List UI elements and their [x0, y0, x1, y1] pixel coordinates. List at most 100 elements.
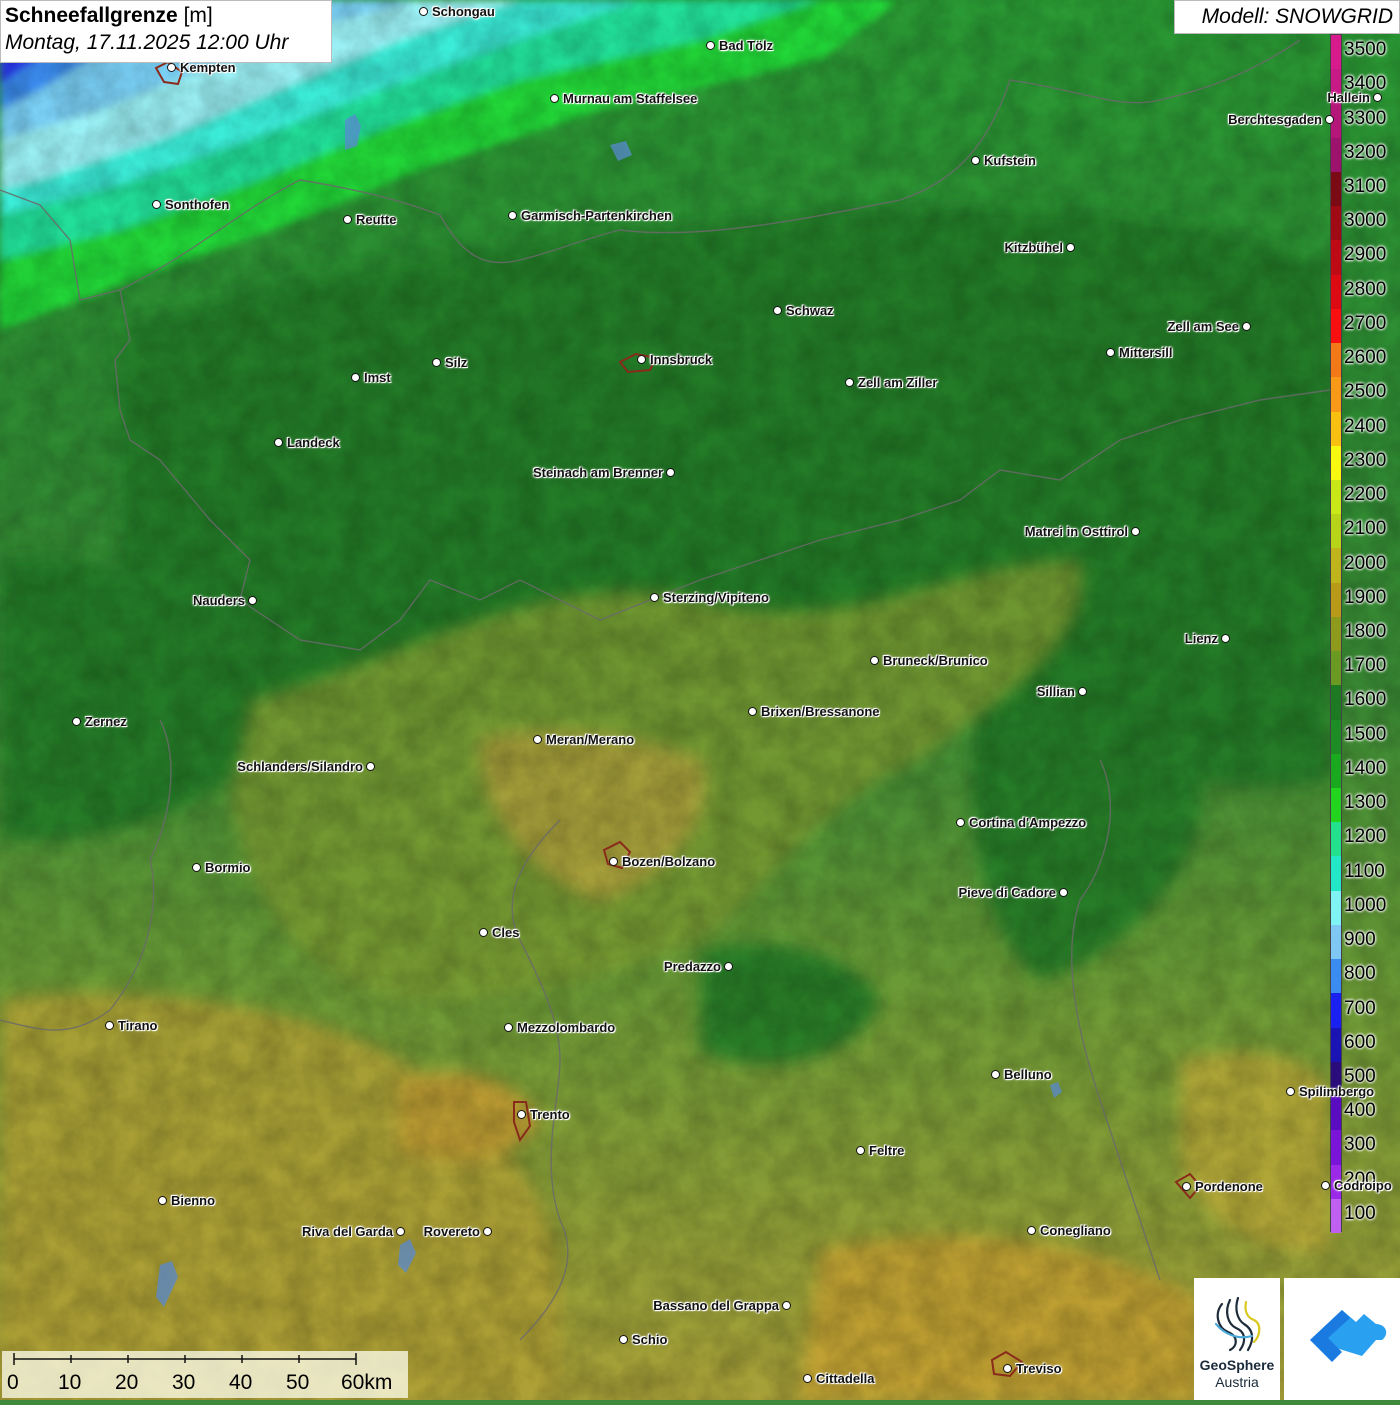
city-label: Sillian	[1036, 684, 1075, 699]
legend-swatch	[1331, 890, 1341, 926]
city-label: Matrei in Osttirol	[1024, 524, 1128, 539]
legend-label: 3100	[1344, 176, 1387, 198]
city-label: Murnau am Staffelsee	[563, 91, 698, 106]
legend-swatch	[1331, 240, 1341, 276]
legend-swatch	[1331, 308, 1341, 344]
city-marker	[666, 468, 675, 477]
legend-label: 3200	[1344, 141, 1387, 163]
legend-swatch	[1331, 924, 1341, 960]
city-marker	[845, 378, 854, 387]
scale-label-20: 20	[115, 1371, 139, 1394]
legend-label: 700	[1344, 997, 1376, 1019]
map-title: Schneefallgrenze	[5, 4, 178, 27]
city-marker	[504, 1023, 513, 1032]
city-marker	[1003, 1364, 1012, 1373]
scale-label-30: 30	[172, 1371, 196, 1394]
city-marker	[1066, 243, 1075, 252]
city-label: Landeck	[287, 435, 340, 450]
partner-logo	[1284, 1278, 1400, 1400]
city-label: Bozen/Bolzano	[622, 854, 716, 869]
legend-swatch	[1331, 685, 1341, 721]
city-marker	[1182, 1182, 1191, 1191]
legend-label: 2200	[1344, 484, 1387, 506]
scale-ruler	[13, 1353, 357, 1365]
city-label: Silz	[445, 355, 468, 370]
legend-label: 1600	[1344, 689, 1387, 711]
city-label: Hallein	[1327, 90, 1370, 105]
city-label: Pieve di Cadore	[958, 885, 1056, 900]
city-marker	[856, 1146, 865, 1155]
city-label: Zell am See	[1167, 319, 1239, 334]
legend-swatch	[1331, 411, 1341, 447]
city-label: Schio	[632, 1332, 668, 1347]
city-label: Berchtesgaden	[1228, 112, 1322, 127]
legend-swatch	[1331, 548, 1341, 584]
city-marker	[508, 211, 517, 220]
legend-swatch	[1331, 1027, 1341, 1063]
legend-swatch	[1331, 1198, 1341, 1234]
city-marker	[192, 863, 201, 872]
legend-label: 2800	[1344, 278, 1387, 300]
city-marker	[1286, 1087, 1295, 1096]
city-marker	[396, 1227, 405, 1236]
city-label: Kempten	[180, 60, 236, 75]
legend-label: 1000	[1344, 894, 1387, 916]
city-marker	[637, 355, 646, 364]
legend-color-bar	[1330, 34, 1342, 1234]
legend-label: 3000	[1344, 210, 1387, 232]
city-label: Trento	[530, 1107, 570, 1122]
city-marker	[706, 41, 715, 50]
legend-label: 3300	[1344, 107, 1387, 129]
model-label: Modell: SNOWGRID	[1174, 0, 1400, 34]
geosphere-logo: GeoSphere Austria	[1194, 1278, 1280, 1400]
scale-label-10: 10	[58, 1371, 82, 1394]
city-label: Reutte	[356, 212, 397, 227]
city-label: Bormio	[205, 860, 251, 875]
city-label: Conegliano	[1040, 1223, 1111, 1238]
city-marker	[1321, 1181, 1330, 1190]
city-marker	[343, 215, 352, 224]
legend-label: 1300	[1344, 792, 1387, 814]
legend-label: 1700	[1344, 655, 1387, 677]
geosphere-swirl-icon	[1214, 1296, 1261, 1352]
city-marker	[158, 1196, 167, 1205]
city-marker	[1325, 115, 1334, 124]
city-label: Mezzolombardo	[517, 1020, 616, 1035]
legend-label: 3500	[1344, 39, 1387, 61]
city-label: Imst	[364, 370, 391, 385]
legend-label: 2900	[1344, 244, 1387, 266]
legend-swatch	[1331, 582, 1341, 618]
city-label: Lienz	[1184, 631, 1218, 646]
city-label: Schwaz	[786, 303, 834, 318]
legend-swatch	[1331, 822, 1341, 857]
city-marker	[105, 1021, 114, 1030]
legend-swatch	[1331, 274, 1341, 310]
city-marker	[1059, 888, 1068, 897]
city-label: Bassano del Grappa	[653, 1298, 779, 1313]
mountain-cloud-icon	[1310, 1310, 1387, 1362]
city-marker	[483, 1227, 492, 1236]
city-marker	[550, 94, 559, 103]
legend-label: 2700	[1344, 312, 1387, 334]
city-marker	[782, 1301, 791, 1310]
city-marker	[152, 200, 161, 209]
legend-label: 900	[1344, 929, 1376, 951]
legend-swatch	[1331, 171, 1341, 207]
legend-label: 400	[1344, 1100, 1376, 1122]
city-label: Codroipo	[1334, 1178, 1392, 1193]
city-marker	[803, 1374, 812, 1383]
legend-swatch	[1331, 377, 1341, 412]
city-marker	[773, 306, 782, 315]
city-label: Riva del Garda	[301, 1224, 393, 1239]
city-label: Schongau	[432, 4, 495, 19]
legend-swatch	[1331, 993, 1341, 1029]
legend-label: 2400	[1344, 415, 1387, 437]
city-label: Spilimbergo	[1299, 1084, 1375, 1099]
scale-label-60km: 60km	[341, 1371, 393, 1394]
legend-label: 800	[1344, 963, 1376, 985]
legend-swatch	[1331, 35, 1341, 70]
city-marker	[419, 7, 428, 16]
city-label: Predazzo	[663, 959, 721, 974]
city-label: Garmisch-Partenkirchen	[521, 208, 673, 223]
city-marker	[991, 1070, 1000, 1079]
